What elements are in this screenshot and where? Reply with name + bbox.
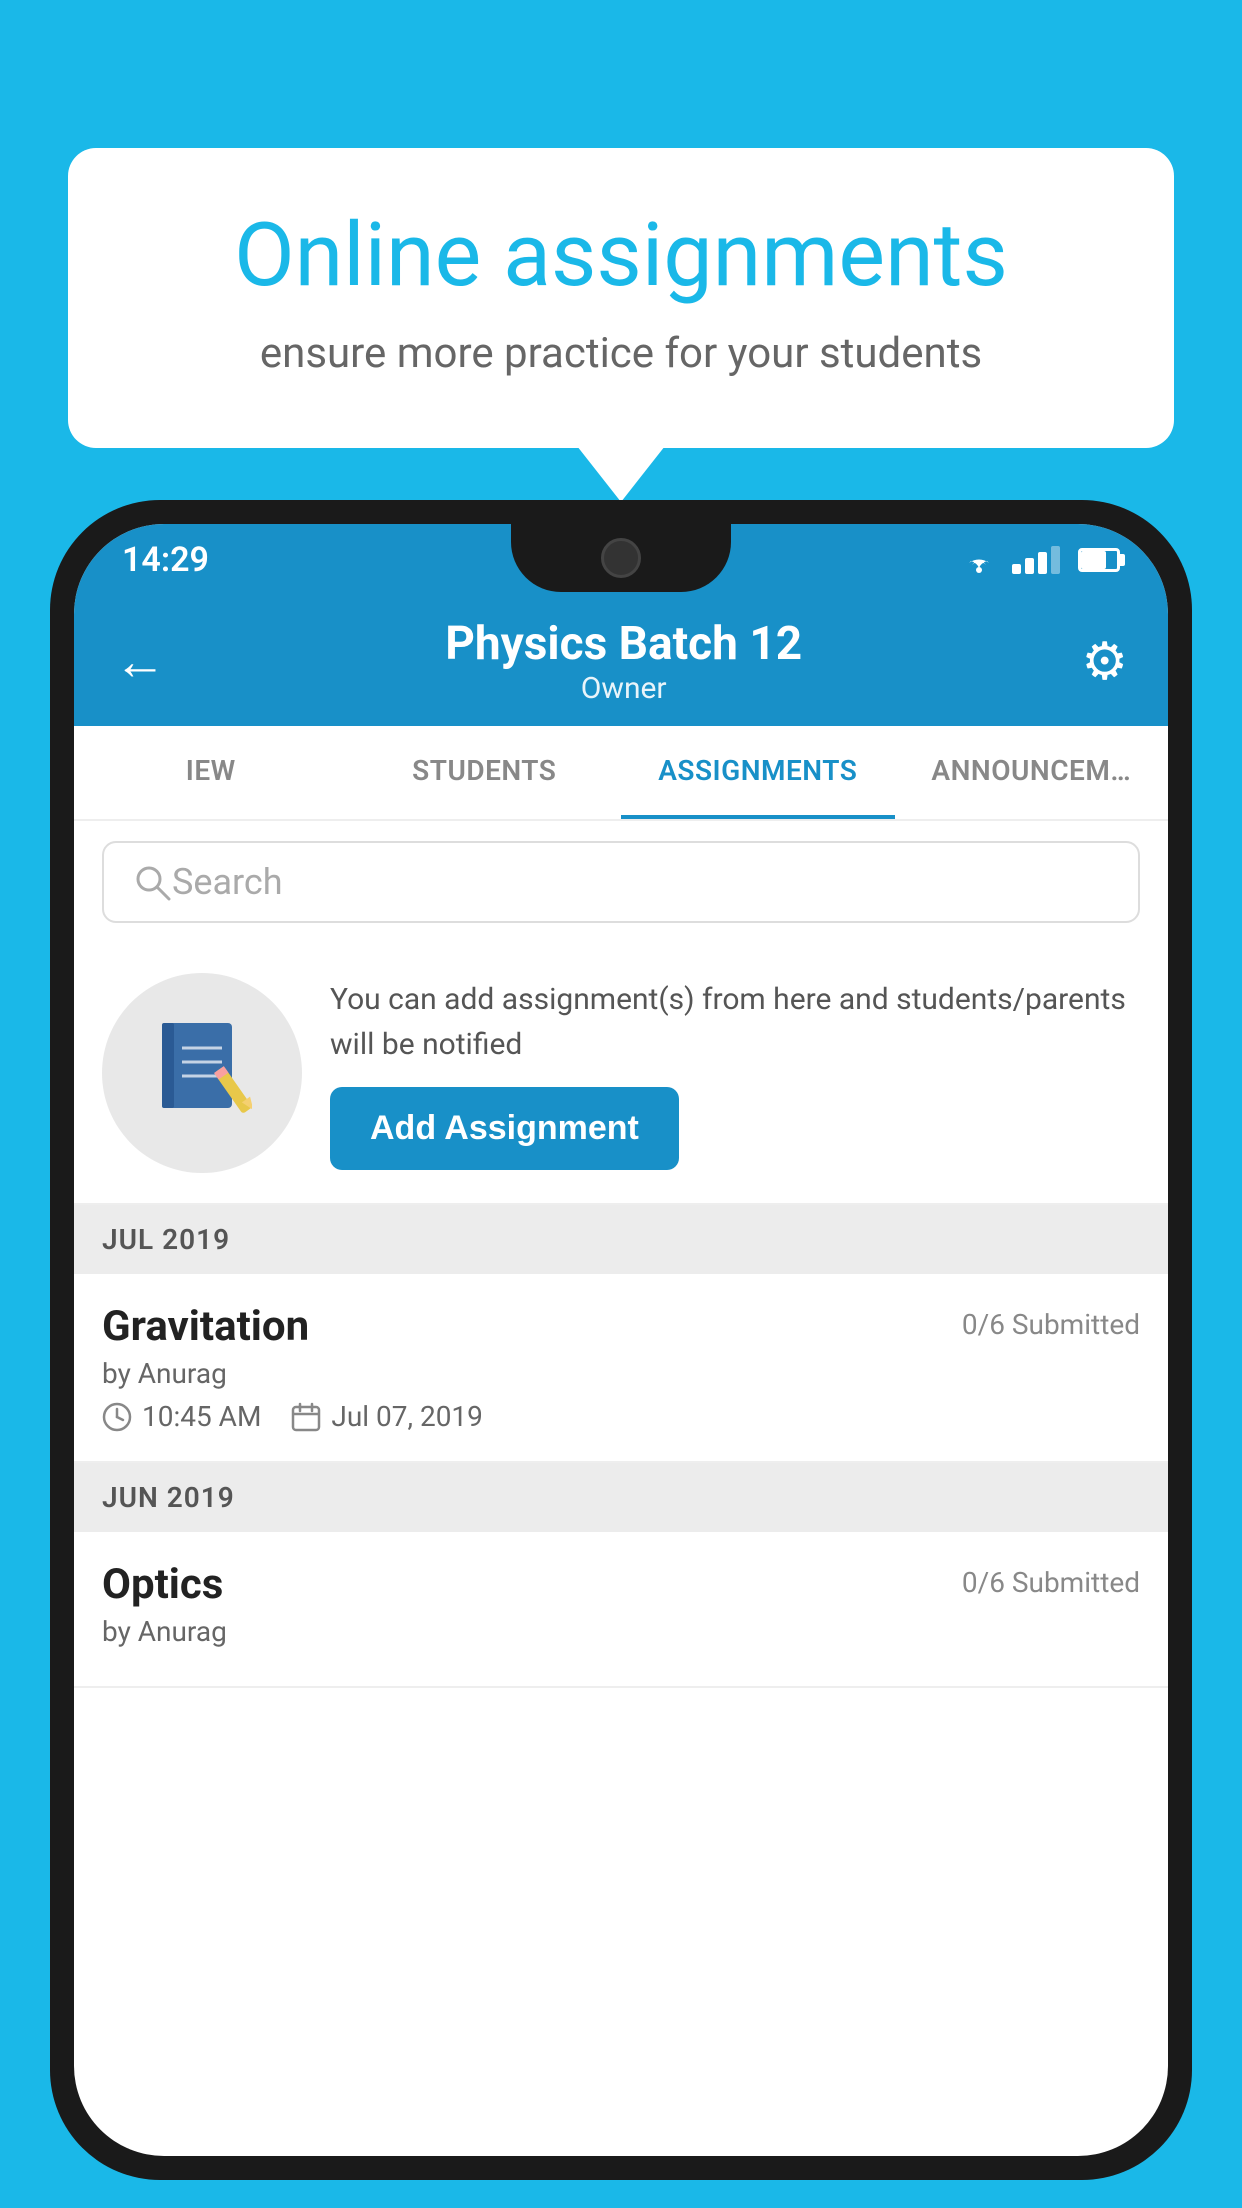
add-assignment-button[interactable]: Add Assignment — [330, 1087, 679, 1170]
header-center: Physics Batch 12 Owner — [445, 617, 802, 706]
tooltip-subtitle: ensure more practice for your students — [148, 329, 1094, 378]
phone-screen: 14:29 — [74, 524, 1168, 2156]
status-time: 14:29 — [122, 540, 209, 580]
search-box[interactable]: Search — [102, 841, 1140, 923]
time-value: 10:45 AM — [142, 1400, 261, 1433]
calendar-icon — [291, 1402, 321, 1432]
tab-iew[interactable]: IEW — [74, 726, 348, 819]
status-icons — [960, 546, 1120, 574]
assignment-item-gravitation[interactable]: Gravitation 0/6 Submitted by Anurag 10:4… — [74, 1274, 1168, 1463]
signal-bars-icon — [1012, 546, 1060, 574]
tab-students[interactable]: STUDENTS — [348, 726, 622, 819]
app-header: ← Physics Batch 12 Owner ⚙ — [74, 596, 1168, 726]
back-button[interactable]: ← — [114, 631, 166, 692]
promo-icon-circle — [102, 973, 302, 1173]
date-value: Jul 07, 2019 — [331, 1400, 483, 1433]
section-header-jul: JUL 2019 — [74, 1205, 1168, 1274]
assignment-submitted-optics: 0/6 Submitted — [962, 1560, 1140, 1599]
tab-assignments[interactable]: ASSIGNMENTS — [621, 726, 895, 819]
phone-camera — [601, 538, 641, 578]
assignment-name-optics: Optics — [102, 1560, 223, 1609]
battery-icon — [1078, 548, 1120, 572]
tab-announcements[interactable]: ANNOUNCEM… — [895, 726, 1169, 819]
notebook-icon — [152, 1018, 252, 1128]
assignment-top: Gravitation 0/6 Submitted — [102, 1302, 1140, 1351]
phone-notch — [511, 524, 731, 592]
clock-icon — [102, 1402, 132, 1432]
header-subtitle: Owner — [445, 671, 802, 706]
search-container: Search — [74, 821, 1168, 943]
tooltip-card: Online assignments ensure more practice … — [68, 148, 1174, 448]
meta-time: 10:45 AM — [102, 1400, 261, 1433]
assignment-name: Gravitation — [102, 1302, 309, 1351]
search-icon — [132, 862, 172, 902]
meta-date: Jul 07, 2019 — [291, 1400, 483, 1433]
search-placeholder: Search — [172, 861, 283, 903]
promo-text: You can add assignment(s) from here and … — [330, 977, 1140, 1067]
phone-device: 14:29 — [50, 500, 1192, 2180]
promo-content: You can add assignment(s) from here and … — [330, 977, 1140, 1170]
tooltip-title: Online assignments — [148, 208, 1094, 305]
section-header-jun: JUN 2019 — [74, 1463, 1168, 1532]
assignment-author: by Anurag — [102, 1357, 1140, 1390]
assignment-item-optics[interactable]: Optics 0/6 Submitted by Anurag — [74, 1532, 1168, 1688]
header-title: Physics Batch 12 — [445, 617, 802, 671]
wifi-icon — [960, 546, 998, 574]
assignment-meta: 10:45 AM Jul 07, 2019 — [102, 1400, 1140, 1433]
assignment-author-optics: by Anurag — [102, 1615, 1140, 1648]
assignment-top-optics: Optics 0/6 Submitted — [102, 1560, 1140, 1609]
settings-icon[interactable]: ⚙ — [1081, 631, 1128, 692]
assignment-submitted: 0/6 Submitted — [962, 1302, 1140, 1341]
tabs-bar: IEW STUDENTS ASSIGNMENTS ANNOUNCEM… — [74, 726, 1168, 821]
promo-card: You can add assignment(s) from here and … — [74, 943, 1168, 1205]
